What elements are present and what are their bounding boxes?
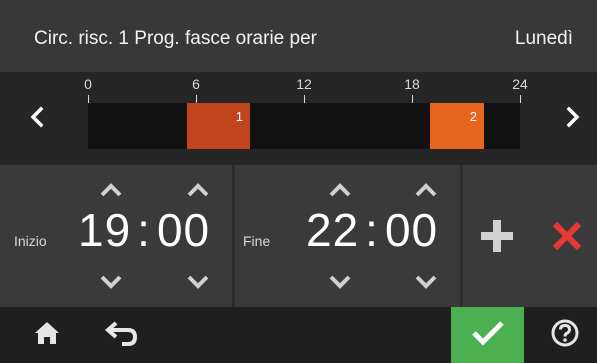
- end-minutes-up-button[interactable]: [412, 181, 440, 199]
- close-icon[interactable]: [551, 220, 583, 252]
- scale-label: 24: [512, 76, 528, 92]
- back-button[interactable]: [94, 307, 150, 363]
- end-hours-up-button[interactable]: [326, 181, 354, 199]
- chevron-left-icon[interactable]: [24, 102, 50, 132]
- start-minutes-down-button[interactable]: [184, 273, 212, 291]
- screen: Circ. risc. 1 Prog. fasce orarie per Lun…: [0, 0, 597, 363]
- band-label: 1: [235, 109, 243, 124]
- end-minutes-down-button[interactable]: [412, 273, 440, 291]
- start-minutes-up-button[interactable]: [184, 181, 212, 199]
- start-time-display: 19:00: [78, 203, 210, 257]
- timeline: 0 6 12 18 24 12: [0, 72, 597, 165]
- scale-label: 6: [192, 76, 200, 92]
- scale-label: 12: [296, 76, 312, 92]
- check-icon: [470, 319, 506, 352]
- end-hours-down-button[interactable]: [326, 273, 354, 291]
- start-hours-up-button[interactable]: [97, 181, 125, 199]
- time-separator: :: [137, 204, 151, 256]
- time-separator: :: [365, 204, 379, 256]
- scale-tick: [520, 95, 521, 103]
- day-label: Lunedì: [514, 28, 573, 49]
- plus-icon[interactable]: [479, 218, 515, 254]
- confirm-button[interactable]: [451, 307, 524, 363]
- scale-tick: [304, 95, 305, 103]
- start-time-panel: Inizio 19:00: [0, 165, 232, 307]
- footer: [0, 307, 597, 363]
- scale-label: 0: [84, 76, 92, 92]
- start-label: Inizio: [14, 233, 47, 249]
- help-button[interactable]: [540, 307, 590, 363]
- home-button[interactable]: [22, 307, 72, 363]
- start-hours-down-button[interactable]: [97, 273, 125, 291]
- band-label: 2: [469, 109, 477, 124]
- header: Circ. risc. 1 Prog. fasce orarie per Lun…: [0, 0, 597, 72]
- end-label: Fine: [243, 233, 271, 249]
- scale-tick: [196, 95, 197, 103]
- chevron-right-icon[interactable]: [560, 102, 586, 132]
- start-hours[interactable]: 19: [78, 204, 131, 256]
- start-minutes[interactable]: 00: [157, 204, 210, 256]
- scale-tick: [412, 95, 413, 103]
- help-icon: [550, 318, 580, 353]
- end-time-display: 22:00: [306, 203, 438, 257]
- home-icon: [33, 320, 61, 351]
- end-time-panel: Fine 22:00: [235, 165, 460, 307]
- page-title: Circ. risc. 1 Prog. fasce orarie per: [34, 28, 317, 49]
- scale-label: 18: [404, 76, 420, 92]
- scale-tick: [88, 95, 89, 103]
- end-minutes[interactable]: 00: [385, 204, 438, 256]
- end-hours[interactable]: 22: [306, 204, 359, 256]
- schedule-band[interactable]: 1: [187, 103, 250, 149]
- schedule-band[interactable]: 2: [430, 103, 484, 149]
- schedule-track: 12: [88, 103, 520, 149]
- back-arrow-icon: [104, 319, 140, 352]
- actions-panel: [463, 165, 597, 307]
